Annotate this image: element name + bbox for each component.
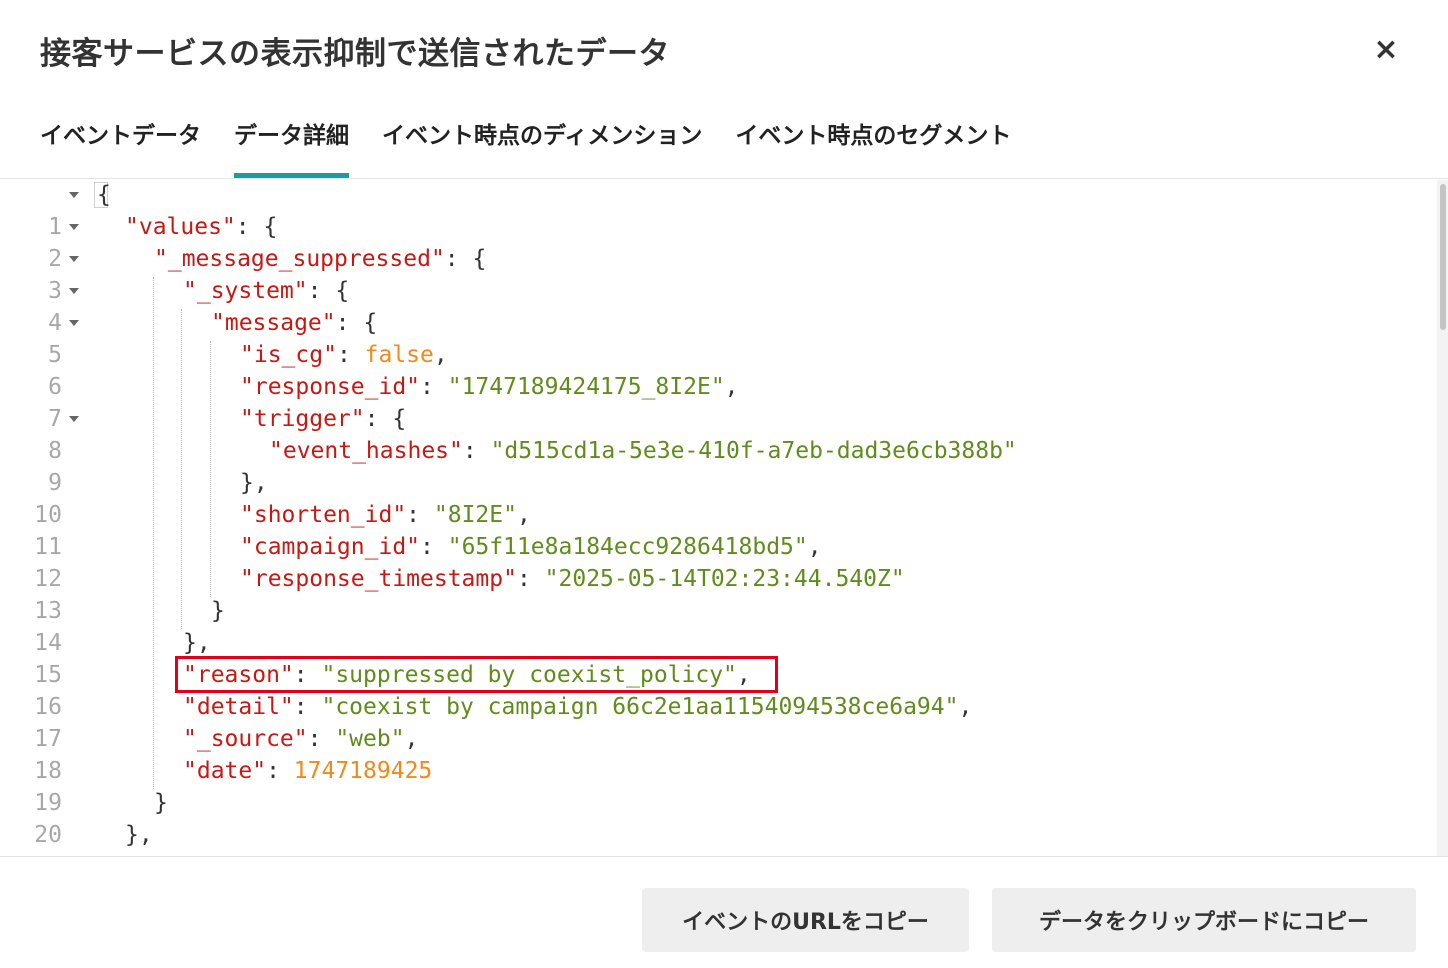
json-key: "response_id" [240,374,421,400]
json-value: "d515cd1a-5e3e-410f-a7eb-dad3e6cb388b" [490,438,1017,464]
code-line: 5 "message": { [0,307,1436,368]
code-line: 11 "shorten_id": "8I2E", [0,499,1436,560]
tab-data-detail[interactable]: データ詳細 [234,110,349,180]
code-text: "event_hashes": "d515cd1a-5e3e-410f-a7eb… [269,438,1017,464]
code-text: "campaign_id": "65f11e8a184ecc9286418bd5… [240,534,822,560]
code-line: 3 "_message_suppressed": { [0,243,1436,304]
json-editor[interactable]: 1 { 2 "values": { 3 "_message_suppressed… [0,179,1448,856]
json-value: 1747189425 [293,758,433,784]
json-value: "web" [335,726,405,752]
json-key: "event_hashes" [269,438,463,464]
json-key: "detail" [183,694,294,720]
code-line: 12 "campaign_id": "65f11e8a184ecc9286418… [0,531,1436,592]
code-text: }, [183,630,211,656]
close-icon[interactable]: × [1368,30,1404,70]
code-text: "date": 1747189425 [183,758,433,784]
code-line: 9 "event_hashes": "d515cd1a-5e3e-410f-a7… [0,435,1436,496]
code-line: 21 }, [0,819,1436,856]
json-value: "coexist by campaign 66c2e1aa1154094538c… [321,694,959,720]
json-key: "_system" [183,278,308,304]
json-key: "is_cg" [240,342,337,368]
code-line: 13 "response_timestamp": "2025-05-14T02:… [0,563,1436,624]
code-text: "message": { [211,310,378,336]
json-value: false [364,342,434,368]
code-text: "is_cg": false, [240,342,448,368]
code-line: 1 { [0,179,1436,240]
code-text: }, [125,822,153,848]
code-text: } [211,598,225,624]
code-line: 10 }, [0,467,1436,528]
fold-arrow-icon[interactable] [69,416,79,422]
json-key: "values" [125,214,236,240]
code-line: 20 } [0,787,1436,848]
json-key: "_message_suppressed" [154,246,445,272]
code-line: 8 "trigger": { [0,403,1436,464]
code-text: "trigger": { [240,406,407,432]
editor-scrollbar[interactable] [1437,180,1448,856]
json-value: "8I2E" [433,502,517,528]
copy-event-url-button[interactable]: イベントのURLをコピー [642,888,969,952]
code-text: "_source": "web", [183,726,419,752]
footer-divider [0,856,1448,857]
code-text: "_system": { [183,278,350,304]
json-key: "_source" [183,726,308,752]
json-value: "2025-05-14T02:23:44.540Z" [544,566,905,592]
code-text: { [97,182,111,208]
copy-to-clipboard-button[interactable]: データをクリップボードにコピー [992,888,1416,952]
code-line: 19 "date": 1747189425 [0,755,1436,816]
code-text: } [154,790,168,816]
json-key: "message" [211,310,336,336]
code-text: "_message_suppressed": { [154,246,487,272]
code-text: "shorten_id": "8I2E", [240,502,531,528]
tab-event-data[interactable]: イベントデータ [40,110,201,180]
json-key: "response_timestamp" [240,566,517,592]
code-text: "values": { [125,214,278,240]
code-line: 15 }, [0,627,1436,688]
scrollbar-thumb[interactable] [1440,184,1446,330]
fold-arrow-icon[interactable] [69,256,79,262]
code-line: 18 "_source": "web", [0,723,1436,784]
reason-highlight-box [175,656,778,693]
tab-event-dimensions[interactable]: イベント時点のディメンション [382,110,702,180]
json-key: "date" [183,758,267,784]
json-value: "65f11e8a184ecc9286418bd5" [447,534,808,560]
code-text: "response_id": "1747189424175_8I2E", [240,374,739,400]
fold-arrow-icon[interactable] [69,288,79,294]
code-line: 2 "values": { [0,211,1436,272]
code-text: "response_timestamp": "2025-05-14T02:23:… [240,566,905,592]
code-line: 14 } [0,595,1436,656]
code-text: }, [240,470,268,496]
code-line: 6 "is_cg": false, [0,339,1436,400]
json-key: "campaign_id" [240,534,421,560]
code-text: "detail": "coexist by campaign 66c2e1aa1… [183,694,973,720]
fold-arrow-icon[interactable] [69,192,79,198]
code-line: 17 "detail": "coexist by campaign 66c2e1… [0,691,1436,752]
code-line: 7 "response_id": "1747189424175_8I2E", [0,371,1436,432]
json-value: "1747189424175_8I2E" [447,374,725,400]
fold-arrow-icon[interactable] [69,224,79,230]
dialog-title: 接客サービスの表示抑制で送信されたデータ [40,36,670,72]
code-line: 4 "_system": { [0,275,1436,336]
fold-arrow-icon[interactable] [69,320,79,326]
tab-bar: イベントデータ データ詳細 イベント時点のディメンション イベント時点のセグメン… [40,110,1044,180]
json-key: "trigger" [240,406,365,432]
json-key: "shorten_id" [240,502,407,528]
tab-event-segments[interactable]: イベント時点のセグメント [735,110,1011,180]
